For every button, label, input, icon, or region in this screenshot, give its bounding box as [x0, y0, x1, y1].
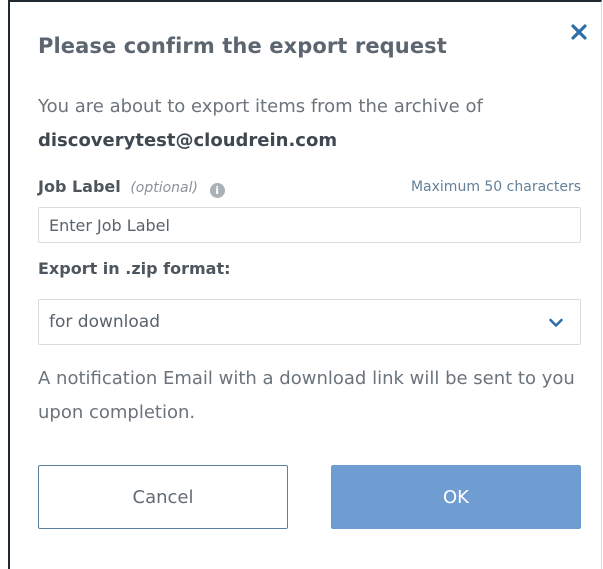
close-icon[interactable]: [569, 22, 589, 42]
dialog-title: Please confirm the export request: [38, 34, 447, 58]
job-label-text: Job Label: [38, 177, 121, 196]
optional-hint: (optional): [130, 180, 198, 196]
export-format-value: for download: [49, 312, 160, 332]
intro-text: You are about to export items from the a…: [38, 90, 578, 158]
info-icon[interactable]: i: [209, 183, 225, 198]
chevron-down-icon: [548, 315, 564, 331]
account-email: discoverytest@cloudrein.com: [38, 130, 338, 151]
max-characters-hint: Maximum 50 characters: [410, 179, 581, 195]
export-confirm-dialog: Please confirm the export request You ar…: [8, 0, 602, 569]
job-label-input[interactable]: [38, 207, 581, 243]
cancel-button[interactable]: Cancel: [38, 465, 288, 529]
export-format-select[interactable]: for download: [38, 299, 581, 345]
job-label-row: Job Label (optional) i Maximum 50 charac…: [38, 177, 581, 199]
notification-notice: A notification Email with a download lin…: [38, 368, 575, 423]
export-format-label: Export in .zip format:: [38, 259, 231, 278]
ok-button[interactable]: OK: [331, 465, 581, 529]
job-label-heading: Job Label (optional) i: [38, 177, 225, 198]
intro-sentence: You are about to export items from the a…: [38, 96, 483, 117]
